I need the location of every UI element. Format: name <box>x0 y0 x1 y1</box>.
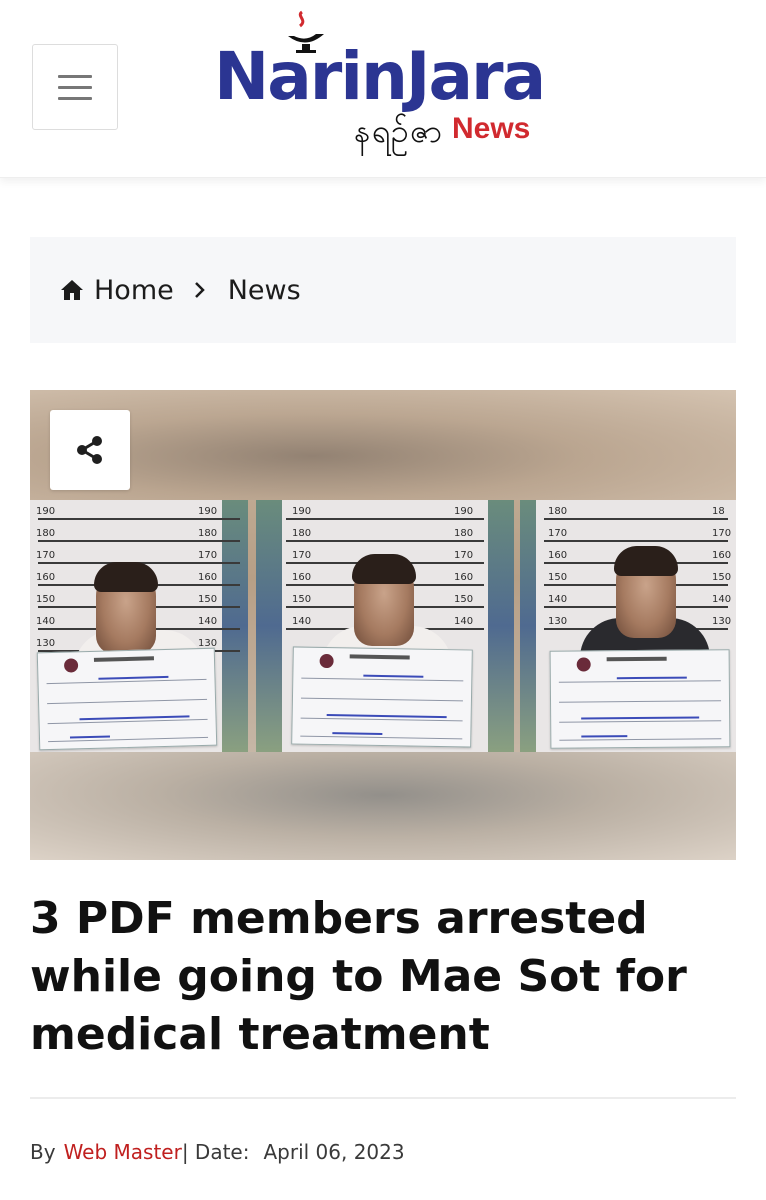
ruler-label: 140 <box>712 594 732 605</box>
share-button[interactable] <box>50 410 130 490</box>
ruler-label: 140 <box>292 616 312 627</box>
blurred-person <box>614 546 678 638</box>
ruler-label: 190 <box>198 506 218 517</box>
hamburger-icon <box>58 74 92 78</box>
divider <box>30 1097 736 1099</box>
ruler-label: 140 <box>198 616 218 627</box>
by-label: By <box>30 1140 56 1164</box>
share-icon <box>77 436 102 464</box>
site-header: NarinJara နရဉ်ဇာ News <box>0 0 766 178</box>
ruler-label: 160 <box>548 550 568 561</box>
ruler-label: 130 <box>548 616 568 627</box>
ruler-label: 190 <box>36 506 56 517</box>
image-blur-bottom <box>30 752 736 860</box>
chevron-right-icon <box>194 281 206 299</box>
ruler-label: 150 <box>712 572 732 583</box>
ruler-label: 170 <box>454 550 474 561</box>
ruler-label: 130 <box>712 616 732 627</box>
ruler-label: 170 <box>198 550 218 561</box>
mugshot-panel: 190 180 170 160 150 140 190 180 170 160 … <box>256 500 514 752</box>
author-link[interactable]: Web Master <box>64 1140 182 1164</box>
ruler-label: 150 <box>198 594 218 605</box>
identification-board <box>549 649 731 749</box>
ruler-label: 180 <box>548 506 568 517</box>
breadcrumb-home-label: Home <box>94 274 174 306</box>
mugshot-photos: 190 180 170 160 150 140 130 190 180 170 … <box>30 500 736 752</box>
ruler-label: 180 <box>292 528 312 539</box>
ruler-label: 150 <box>454 594 474 605</box>
identification-board <box>36 647 218 751</box>
ruler-label: 140 <box>548 594 568 605</box>
logo-burmese-text: နရဉ်ဇာ <box>354 112 443 150</box>
logo-news-text: News <box>452 112 531 145</box>
ruler-label: 170 <box>712 528 732 539</box>
ruler-label: 160 <box>292 572 312 583</box>
image-blur-top <box>30 390 736 500</box>
mugshot-panel: 190 180 170 160 150 140 130 190 180 170 … <box>30 500 248 752</box>
featured-image: 190 180 170 160 150 140 130 190 180 170 … <box>30 390 736 860</box>
ruler-label: 140 <box>454 616 474 627</box>
article-meta: By Web Master | Date: April 06, 2023 <box>30 1140 405 1164</box>
identification-board <box>291 646 473 748</box>
ruler-label: 170 <box>548 528 568 539</box>
ruler-label: 180 <box>36 528 56 539</box>
ruler-label: 190 <box>292 506 312 517</box>
hamburger-icon-bar <box>58 96 92 100</box>
ruler-label: 180 <box>454 528 474 539</box>
ruler-label: 160 <box>36 572 56 583</box>
ruler-label: 150 <box>36 594 56 605</box>
menu-button[interactable] <box>32 44 118 130</box>
ruler-label: 190 <box>454 506 474 517</box>
publish-date: April 06, 2023 <box>263 1140 405 1164</box>
ruler-label: 180 <box>198 528 218 539</box>
hamburger-icon-bar <box>58 85 92 89</box>
ruler-label: 18 <box>712 506 725 517</box>
ruler-label: 150 <box>292 594 312 605</box>
mugshot-panel: 180 170 160 150 140 130 18 170 160 150 1… <box>520 500 736 752</box>
ruler-label: 170 <box>292 550 312 561</box>
article-title: 3 PDF members arrested while going to Ma… <box>30 893 687 1060</box>
ruler-label: 160 <box>712 550 732 561</box>
ruler-label: 140 <box>36 616 56 627</box>
blurred-person <box>94 562 158 654</box>
breadcrumb-current[interactable]: News <box>228 275 301 306</box>
site-logo[interactable]: NarinJara နရဉ်ဇာ News <box>214 10 598 170</box>
breadcrumb: Home News <box>30 237 736 343</box>
home-icon <box>61 280 83 300</box>
logo-wordmark: NarinJara <box>214 38 546 115</box>
ruler-label: 150 <box>548 572 568 583</box>
blurred-person <box>352 554 416 646</box>
ruler-label: 130 <box>36 638 56 649</box>
ruler-label: 160 <box>198 572 218 583</box>
breadcrumb-home-link[interactable]: Home <box>60 275 174 306</box>
date-label: | Date: <box>181 1140 250 1164</box>
ruler-label: 170 <box>36 550 56 561</box>
ruler-label: 160 <box>454 572 474 583</box>
